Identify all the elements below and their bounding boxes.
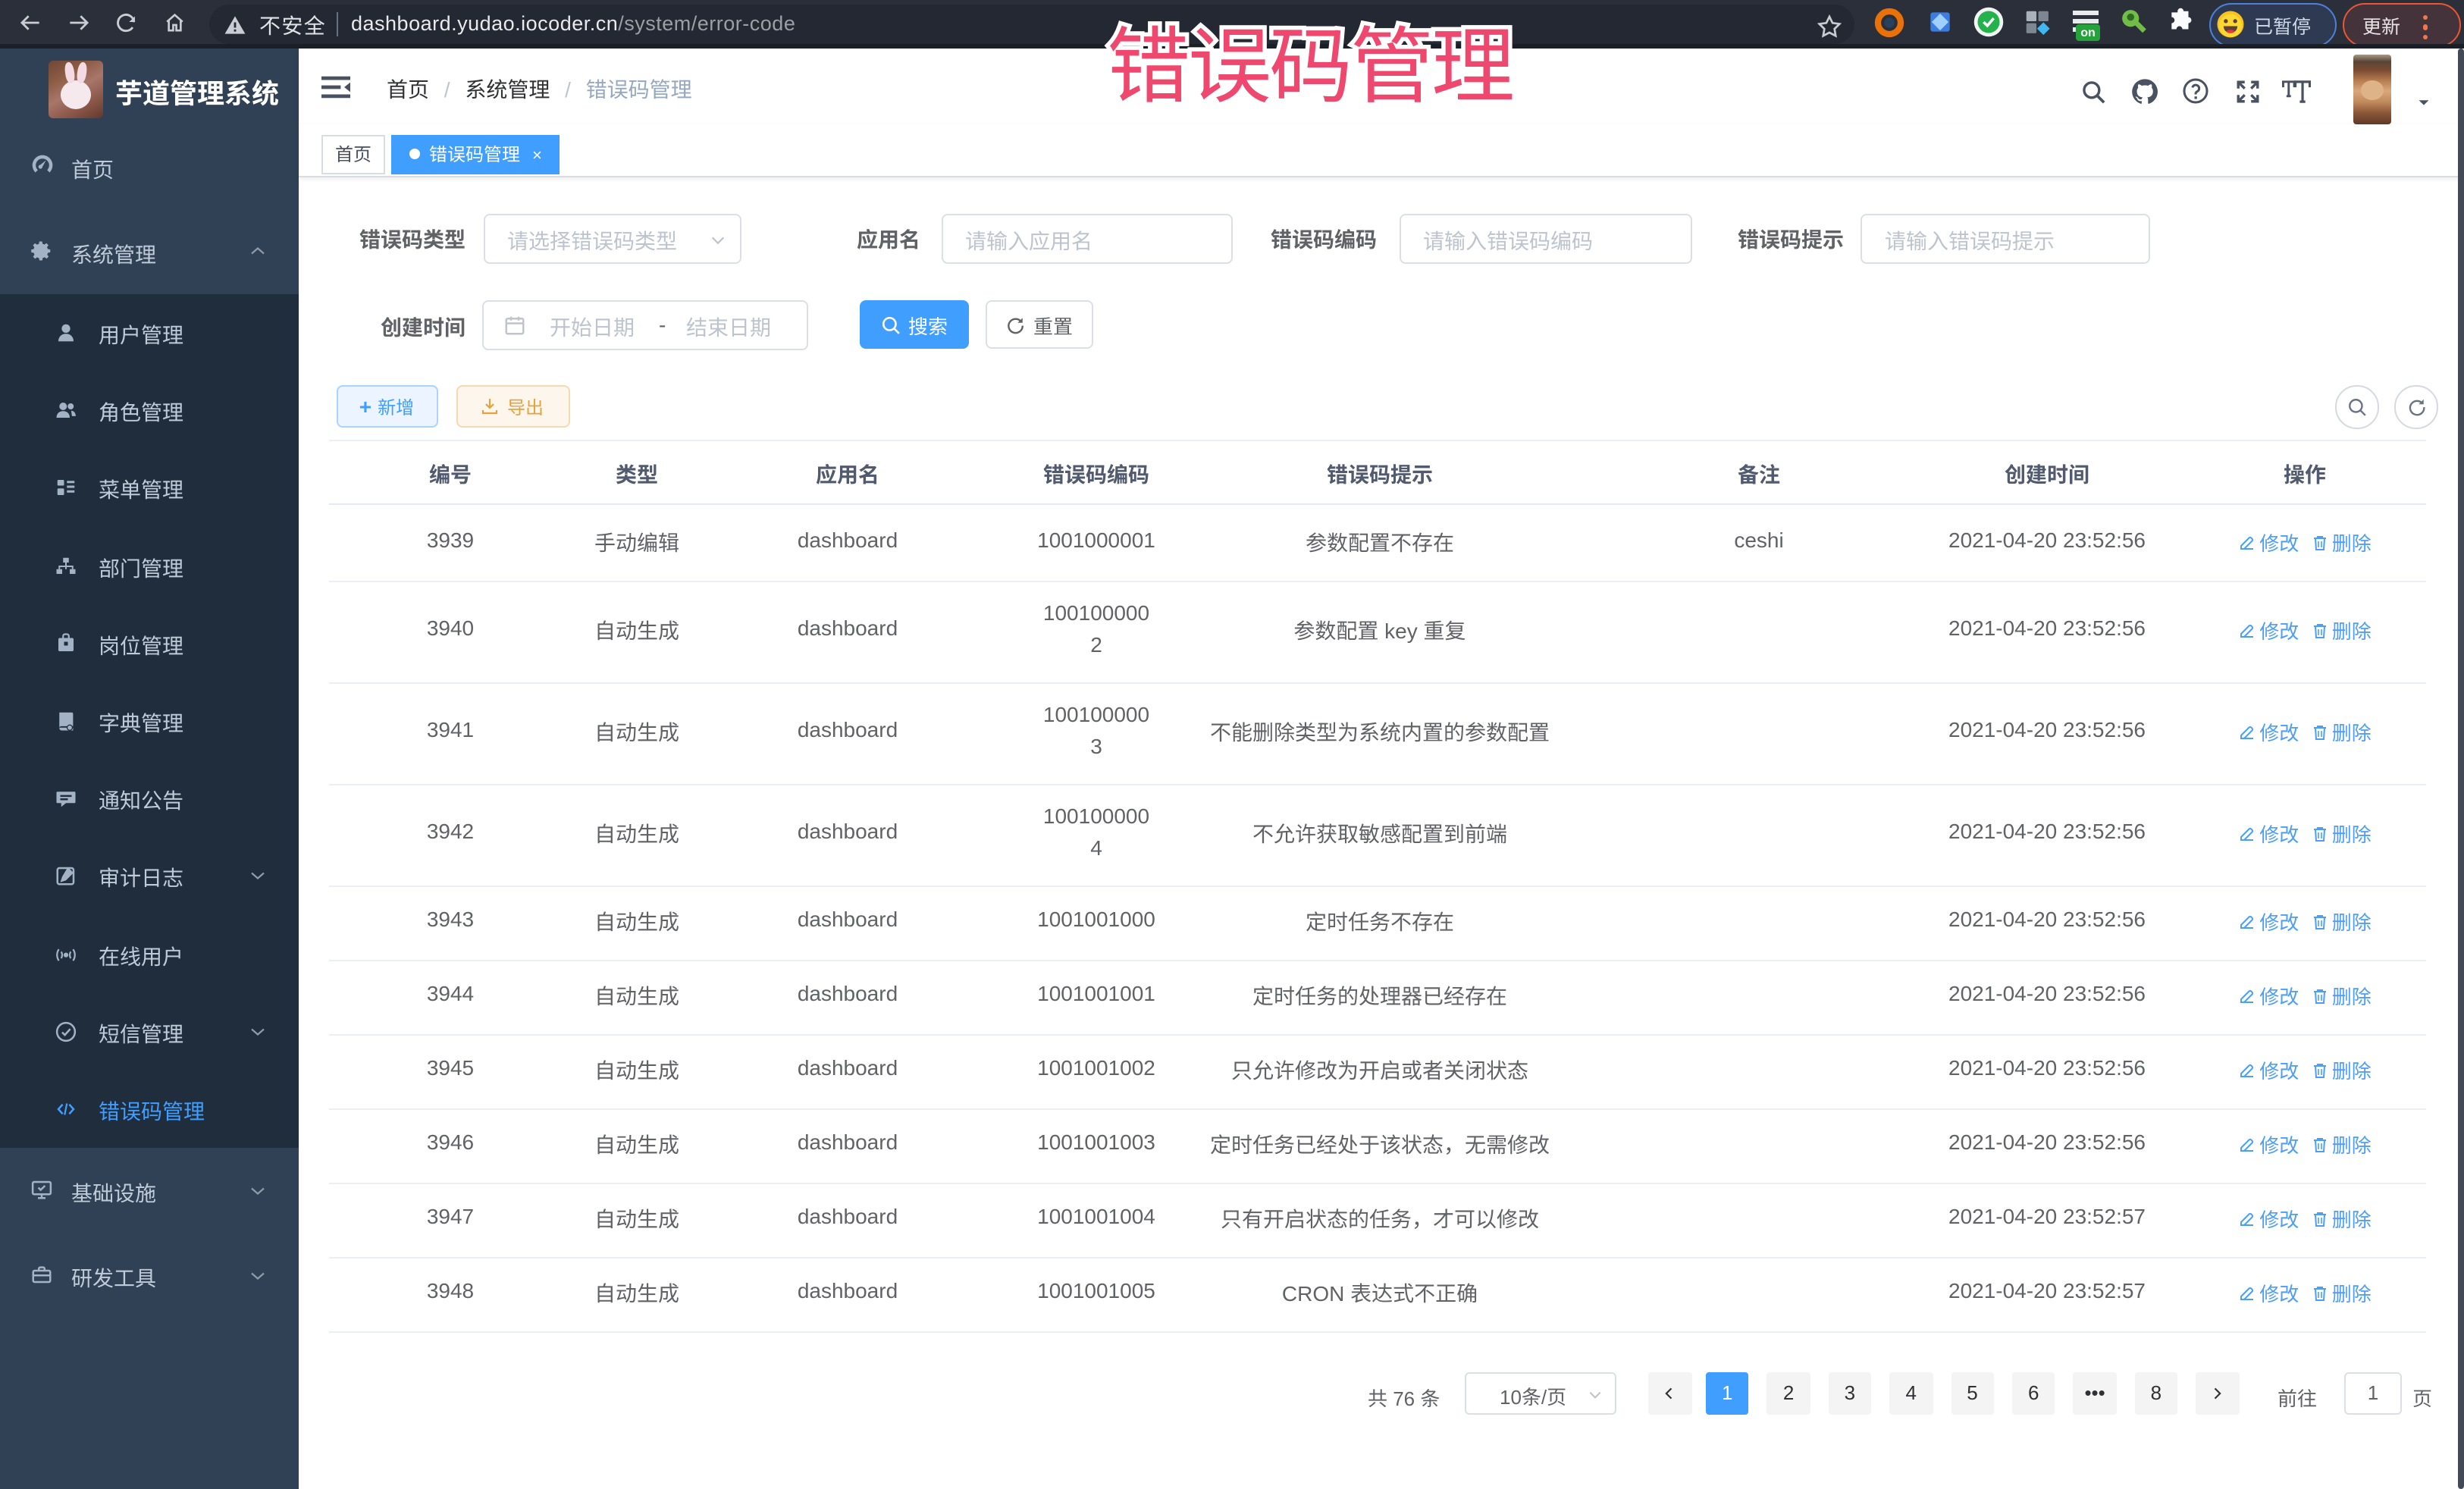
svg-text:错误码管理: 错误码管理	[1107, 12, 1513, 120]
